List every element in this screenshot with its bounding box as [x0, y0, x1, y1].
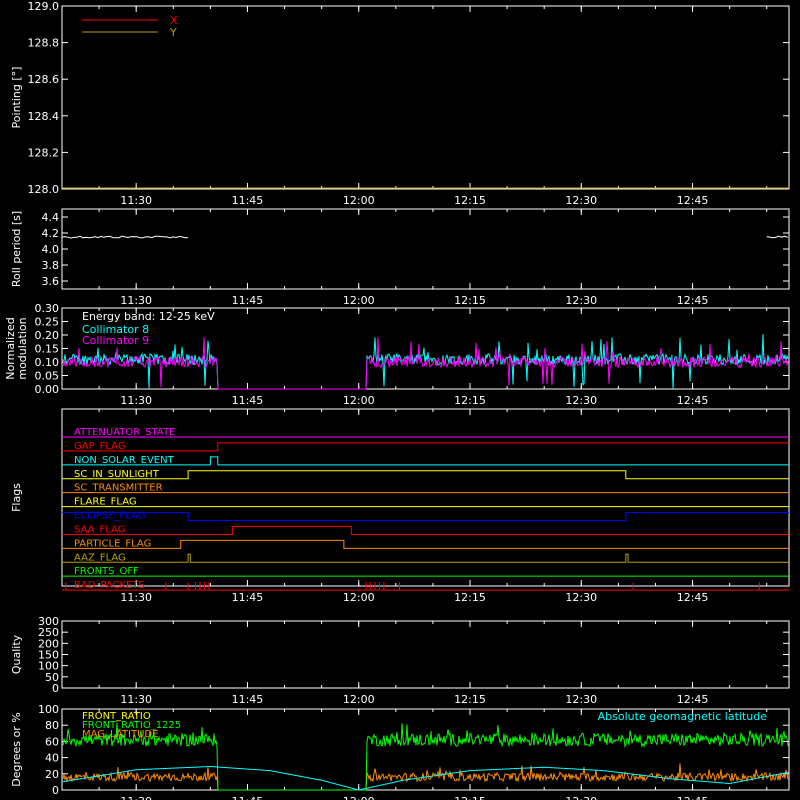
- x-tick-label: 12:15: [454, 394, 486, 407]
- x-tick-label: 11:45: [232, 693, 264, 706]
- y-tick-label: 128.8: [28, 37, 60, 50]
- x-tick-label: 12:30: [565, 591, 597, 604]
- y-tick-label: 128.6: [28, 73, 60, 86]
- x-tick-label: 12:45: [677, 394, 709, 407]
- flag-label: PARTICLE_FLAG: [74, 538, 151, 549]
- flag-label: GAP_FLAG: [74, 441, 126, 452]
- x-tick-label: 11:45: [232, 194, 264, 207]
- y-axis-label: Roll period [s]: [10, 211, 23, 287]
- y-tick-label: 129.0: [28, 0, 60, 13]
- x-tick-label: 11:30: [120, 591, 152, 604]
- y-tick-label: 4.4: [42, 211, 60, 224]
- x-tick-label: 12:30: [565, 294, 597, 307]
- y-axis-label: Pointing [°]: [10, 67, 23, 129]
- legend-label: MAG_LATITUDE: [82, 729, 158, 740]
- x-tick-label: 12:45: [677, 194, 709, 207]
- y-tick-label: 0.10: [35, 356, 60, 369]
- y-tick-label: 80: [45, 719, 59, 732]
- x-tick-label: 12:15: [454, 591, 486, 604]
- x-tick-label: 12:30: [565, 693, 597, 706]
- x-tick-label: 11:45: [232, 394, 264, 407]
- latitude-annotation: Absolute geomagnetic latitude: [598, 710, 768, 723]
- x-tick-label: 11:45: [232, 795, 264, 800]
- flag-label: FLARE_FLAG: [74, 497, 137, 508]
- legend-label: Y: [169, 26, 177, 39]
- legend-label: Collimator 9: [82, 334, 149, 347]
- flag-label: AAZ_FLAG: [74, 552, 126, 563]
- x-tick-label: 11:30: [120, 795, 152, 800]
- x-tick-label: 11:30: [120, 294, 152, 307]
- y-tick-label: 200: [38, 637, 59, 650]
- y-tick-label: 100: [38, 703, 59, 716]
- y-tick-label: 0.30: [35, 302, 60, 315]
- y-tick-label: 3.8: [42, 259, 60, 272]
- energy-band-annotation: Energy band: 12-25 keV: [82, 310, 215, 323]
- flag-label: SAA_FLAG: [74, 524, 125, 535]
- x-tick-label: 12:45: [677, 294, 709, 307]
- y-tick-label: 0: [52, 784, 59, 797]
- y-tick-label: 0.00: [35, 383, 60, 396]
- x-tick-label: 11:30: [120, 394, 152, 407]
- x-tick-label: 12:15: [454, 693, 486, 706]
- y-tick-label: 0.20: [35, 329, 60, 342]
- y-tick-label: 150: [38, 649, 59, 662]
- y-axis-label: Flags: [10, 483, 23, 512]
- flag-label: BAD_PACKETS: [74, 580, 145, 591]
- y-tick-label: 0: [52, 682, 59, 695]
- x-tick-label: 11:45: [232, 591, 264, 604]
- x-tick-label: 12:00: [343, 795, 375, 800]
- x-tick-label: 12:00: [343, 394, 375, 407]
- x-tick-label: 12:45: [677, 591, 709, 604]
- x-tick-label: 12:00: [343, 294, 375, 307]
- x-tick-label: 12:00: [343, 693, 375, 706]
- flag-label: ATTENUATOR_STATE: [74, 427, 175, 438]
- x-tick-label: 12:00: [343, 194, 375, 207]
- x-tick-label: 12:00: [343, 591, 375, 604]
- x-tick-label: 12:45: [677, 693, 709, 706]
- y-tick-label: 50: [45, 671, 59, 684]
- y-tick-label: 60: [45, 735, 59, 748]
- y-tick-label: 0.15: [35, 343, 60, 356]
- y-tick-label: 0.05: [35, 370, 60, 383]
- x-tick-label: 12:30: [565, 394, 597, 407]
- y-tick-label: 100: [38, 660, 59, 673]
- x-tick-label: 12:30: [565, 795, 597, 800]
- y-axis-label: Degrees or %: [10, 712, 23, 786]
- x-tick-label: 12:15: [454, 294, 486, 307]
- flag-label: SC_IN_SUNLIGHT: [74, 469, 160, 480]
- y-tick-label: 0.25: [35, 316, 60, 329]
- y-axis-label: Quality: [10, 634, 23, 674]
- flag-label: NON_SOLAR_EVENT: [74, 455, 175, 466]
- y-tick-label: 4.2: [42, 227, 60, 240]
- figure: 11:30 11:45 12:00 12:15 12:30 12:45 128.0 128.2…: [0, 0, 800, 800]
- x-tick-label: 11:30: [120, 194, 152, 207]
- x-tick-label: 12:15: [454, 795, 486, 800]
- y-tick-label: 128.4: [28, 110, 60, 123]
- y-tick-label: 128.2: [28, 146, 60, 159]
- y-tick-label: 300: [38, 615, 59, 628]
- y-tick-label: 250: [38, 626, 59, 639]
- x-tick-label: 11:30: [120, 693, 152, 706]
- y-axis-label-line2: modulation: [16, 317, 29, 379]
- x-tick-label: 11:45: [232, 294, 264, 307]
- y-tick-label: 20: [45, 768, 59, 781]
- flag-label: SC_TRANSMITTER: [74, 483, 163, 494]
- y-tick-label: 128.0: [28, 183, 60, 196]
- y-tick-label: 3.6: [42, 275, 60, 288]
- y-tick-label: 4.0: [42, 243, 60, 256]
- x-tick-label: 12:30: [565, 194, 597, 207]
- x-tick-label: 12:45: [677, 795, 709, 800]
- flag-label: FRONTS_OFF: [74, 566, 139, 577]
- x-tick-label: 12:15: [454, 194, 486, 207]
- y-tick-label: 40: [45, 752, 59, 765]
